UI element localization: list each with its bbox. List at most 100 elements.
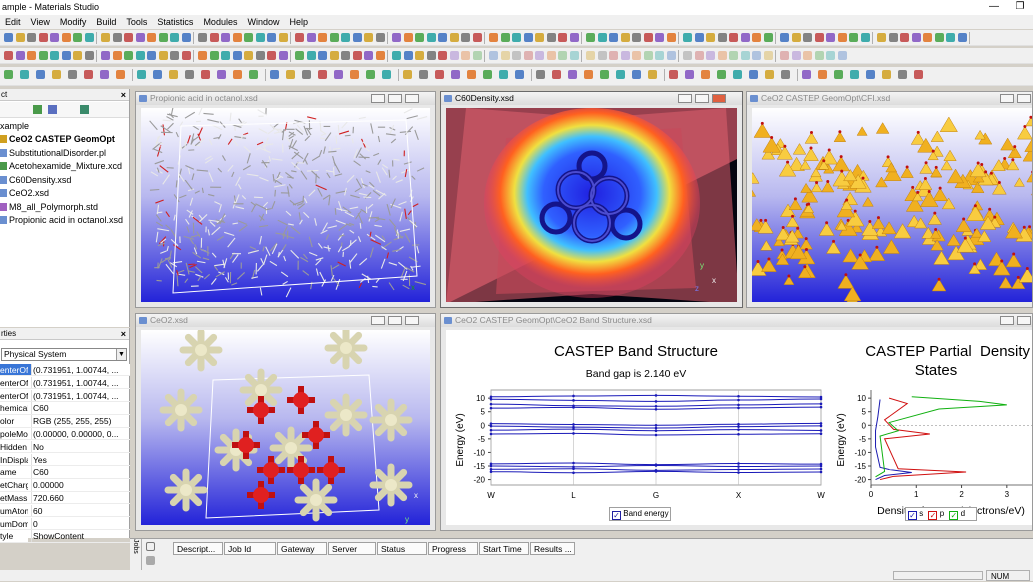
window-band-structure[interactable]: CeO2 CASTEP GeomOpt\CeO2 Band Structure.… [440, 313, 1033, 531]
toolbar-button-icon[interactable] [100, 70, 109, 79]
toolbar-button-icon[interactable] [655, 51, 664, 60]
toolbar-button-icon[interactable] [536, 70, 545, 79]
maximize-icon[interactable] [388, 94, 402, 103]
toolbar-button-icon[interactable] [136, 33, 145, 42]
toolbar-button-icon[interactable] [632, 70, 641, 79]
tree-item[interactable]: Acetohexamide_Mixture.xcd [0, 160, 122, 173]
toolbar-button-icon[interactable] [644, 33, 653, 42]
toolbar-button-icon[interactable] [330, 33, 339, 42]
toolbar-button-icon[interactable] [221, 33, 230, 42]
toolbar-button-icon[interactable] [101, 51, 110, 60]
toolbar-button-icon[interactable] [473, 51, 482, 60]
toolbar-button-icon[interactable] [170, 51, 179, 60]
toolbar-button-icon[interactable] [648, 70, 657, 79]
toolbar-button-icon[interactable] [584, 70, 593, 79]
jobs-tab[interactable]: Jobs [130, 539, 142, 571]
job-settings-icon[interactable] [146, 556, 155, 565]
toolbar-button-icon[interactable] [461, 33, 470, 42]
toolbar-button-icon[interactable] [489, 33, 498, 42]
tree-item[interactable]: SubstitutionalDisorder.pl [0, 147, 106, 160]
minimize-icon[interactable] [371, 316, 385, 325]
toolbar-button-icon[interactable] [483, 70, 492, 79]
toolbar-button-icon[interactable] [900, 33, 909, 42]
toolbar-button-icon[interactable] [818, 70, 827, 79]
toolbar-button-icon[interactable] [201, 70, 210, 79]
toolbar-button-icon[interactable] [68, 70, 77, 79]
toolbar-button-icon[interactable] [415, 51, 424, 60]
toolbar-button-icon[interactable] [866, 70, 875, 79]
toolbar-button-icon[interactable] [295, 33, 304, 42]
toolbar-button-icon[interactable] [535, 51, 544, 60]
property-row[interactable]: etMass720.660 [0, 492, 130, 504]
toolbar-button-icon[interactable] [838, 51, 847, 60]
toolbar-button-icon[interactable] [159, 33, 168, 42]
toolbar-button-icon[interactable] [4, 33, 13, 42]
menu-modules[interactable]: Modules [198, 15, 242, 29]
toolbar-button-icon[interactable] [861, 33, 870, 42]
maximize-icon[interactable] [1017, 316, 1031, 325]
toolbar-button-icon[interactable] [803, 33, 812, 42]
toolbar-button-icon[interactable] [655, 33, 664, 42]
toolbar-button-icon[interactable] [198, 33, 207, 42]
toolbar-button-icon[interactable] [341, 51, 350, 60]
toolbar-button-icon[interactable] [558, 33, 567, 42]
toolbar-button-icon[interactable] [558, 51, 567, 60]
toolbar-button-icon[interactable] [73, 51, 82, 60]
toolbar-button-icon[interactable] [701, 70, 710, 79]
toolbar-button-icon[interactable] [169, 70, 178, 79]
window-ceo2[interactable]: CeO2.xsd x y [135, 313, 436, 531]
molecule-view-propionic[interactable]: x [141, 108, 430, 302]
toolbar-button-icon[interactable] [461, 51, 470, 60]
toolbar-button-icon[interactable] [302, 70, 311, 79]
toolbar-button-icon[interactable] [935, 33, 944, 42]
toolbar-button-icon[interactable] [451, 70, 460, 79]
toolbar-button-icon[interactable] [695, 51, 704, 60]
toolbar-button-icon[interactable] [267, 33, 276, 42]
toolbar-button-icon[interactable] [221, 51, 230, 60]
viewer-propionic[interactable]: x [141, 108, 430, 302]
toolbar-button-icon[interactable] [749, 70, 758, 79]
chevron-down-icon[interactable]: ▼ [116, 349, 126, 360]
toolbar-button-icon[interactable] [568, 70, 577, 79]
viewer-ceo2[interactable]: x y [141, 330, 430, 525]
toolbar-button-icon[interactable] [524, 33, 533, 42]
maximize-icon[interactable] [695, 94, 709, 103]
property-row[interactable]: HiddenNo [0, 441, 130, 453]
tree-item[interactable]: CeO2 CASTEP GeomOpt [0, 133, 115, 146]
toolbar-button-icon[interactable] [364, 51, 373, 60]
toolbar-button-icon[interactable] [353, 51, 362, 60]
toolbar-button-icon[interactable] [473, 33, 482, 42]
property-row[interactable]: olorRGB (255, 255, 255) [0, 415, 130, 427]
toolbar-button-icon[interactable] [499, 70, 508, 79]
toolbar-button-icon[interactable] [524, 51, 533, 60]
toolbar-button-icon[interactable] [792, 51, 801, 60]
toolbar-button-icon[interactable] [124, 33, 133, 42]
close-icon[interactable]: × [121, 89, 126, 101]
toolbar-button-icon[interactable] [350, 70, 359, 79]
toolbar-button-icon[interactable] [101, 33, 110, 42]
toolbar-button-icon[interactable] [182, 33, 191, 42]
toolbar-button-icon[interactable] [185, 70, 194, 79]
band-energy-checkbox[interactable]: ✓ [612, 511, 621, 520]
window-cfi[interactable]: CeO2 CASTEP GeomOpt\CFI.xsd [746, 91, 1033, 308]
toolbar-button-icon[interactable] [815, 33, 824, 42]
crystal-view-cfi[interactable] [752, 108, 1032, 302]
toolbar-button-icon[interactable] [683, 51, 692, 60]
toolbar-button-icon[interactable] [419, 70, 428, 79]
p-checkbox[interactable]: ✓ [928, 511, 937, 520]
toolbar-button-icon[interactable] [826, 51, 835, 60]
toolbar-button-icon[interactable] [279, 33, 288, 42]
toolbar-button-icon[interactable] [570, 51, 579, 60]
menu-tools[interactable]: Tools [121, 15, 152, 29]
toolbar-button-icon[interactable] [170, 33, 179, 42]
toolbar-button-icon[interactable] [159, 51, 168, 60]
minimize-icon[interactable]: — [981, 0, 1007, 15]
toolbar-button-icon[interactable] [803, 51, 812, 60]
toolbar-button-icon[interactable] [73, 33, 82, 42]
toolbar-button-icon[interactable] [834, 70, 843, 79]
toolbar-button-icon[interactable] [667, 33, 676, 42]
close-icon[interactable] [712, 94, 726, 103]
maximize-icon[interactable] [388, 316, 402, 325]
toolbar-button-icon[interactable] [586, 33, 595, 42]
property-row[interactable]: tyleShowContent [0, 530, 130, 542]
